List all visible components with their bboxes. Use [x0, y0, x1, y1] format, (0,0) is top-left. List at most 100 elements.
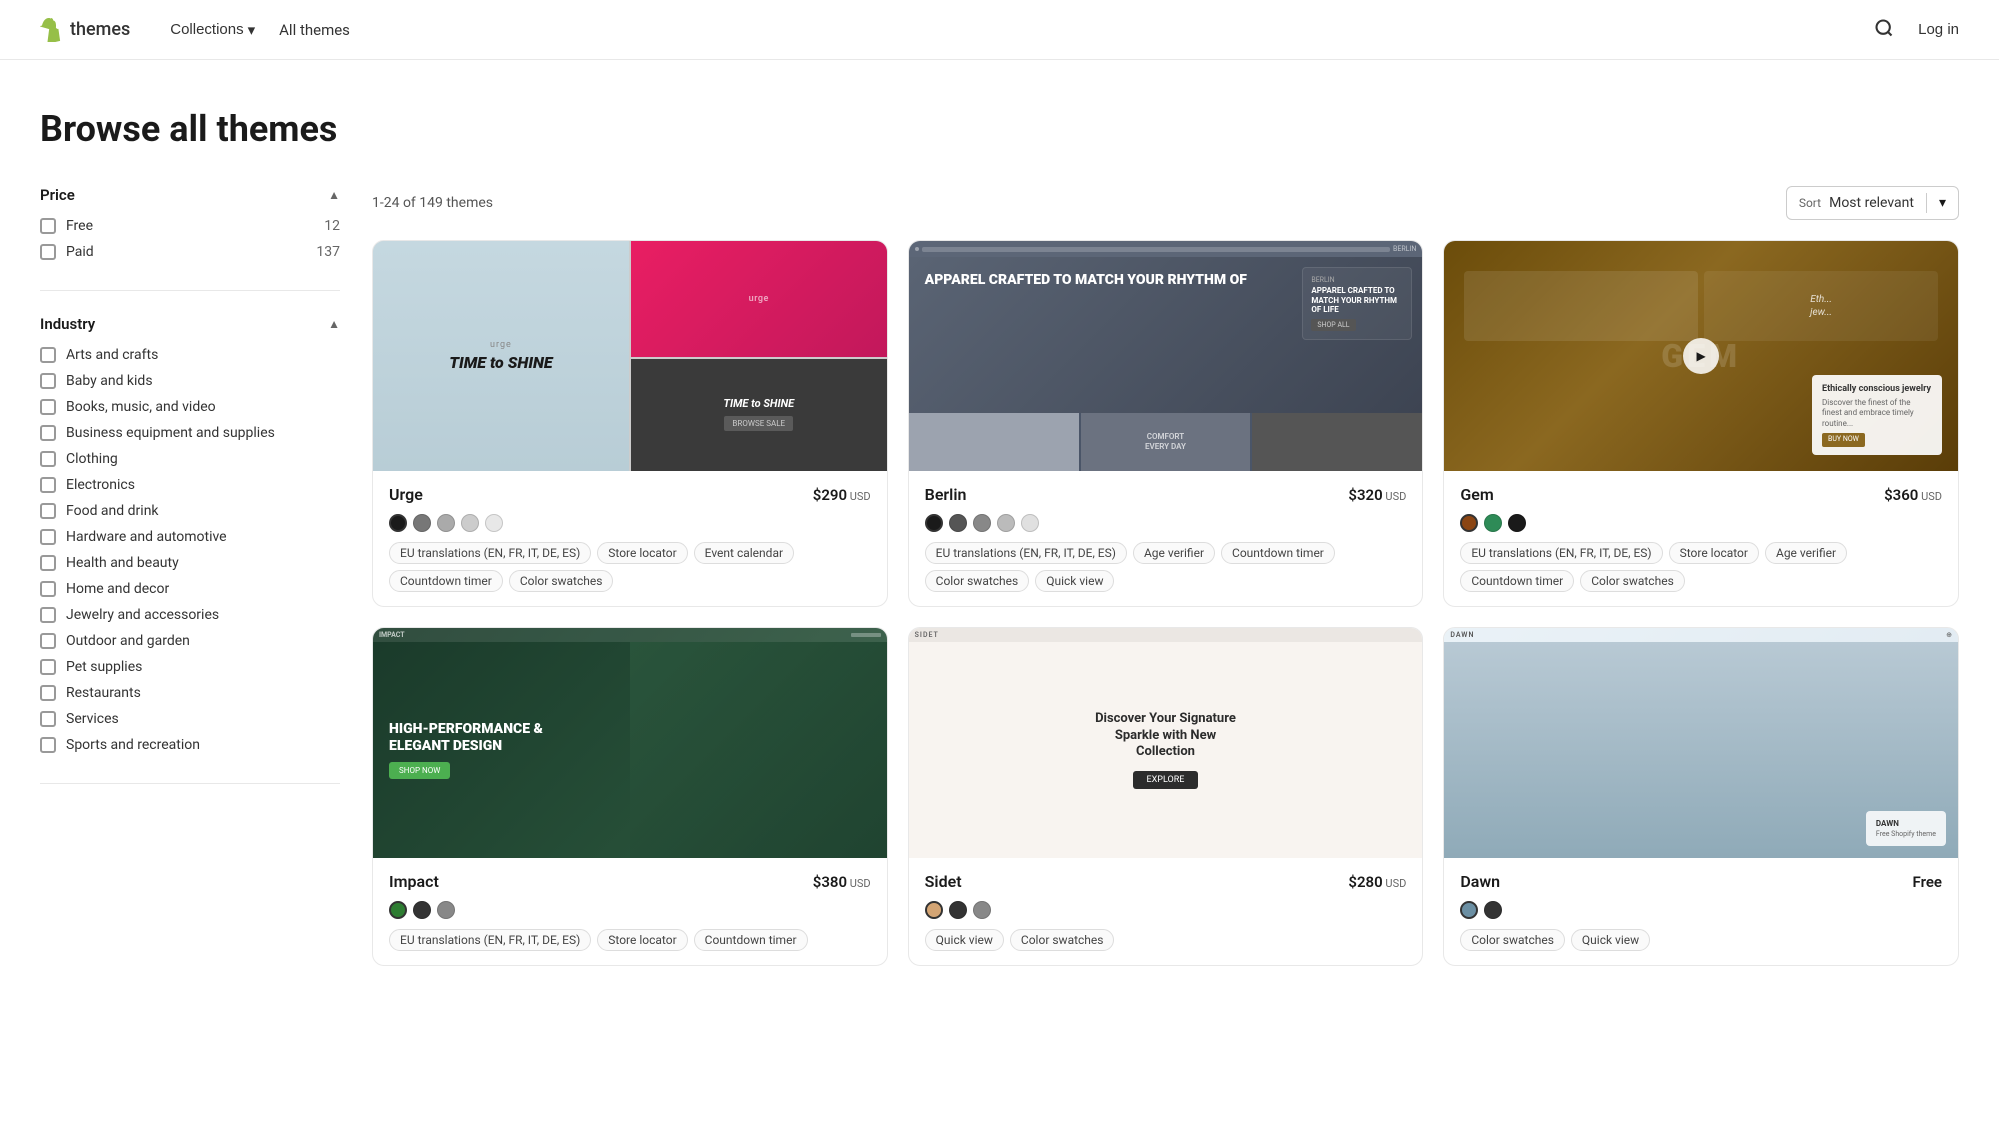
industry-checkbox-12[interactable] — [40, 659, 56, 675]
industry-checkbox-2[interactable] — [40, 399, 56, 415]
theme-price-sidet: $280 USD — [1348, 873, 1406, 891]
theme-tag: Age verifier — [1765, 542, 1847, 564]
industry-checkbox-5[interactable] — [40, 477, 56, 493]
color-swatch-berlin-0[interactable] — [925, 514, 943, 532]
color-swatch-berlin-3[interactable] — [997, 514, 1015, 532]
color-swatch-berlin-2[interactable] — [973, 514, 991, 532]
color-swatch-dawn-1[interactable] — [1484, 901, 1502, 919]
color-swatch-urge-4[interactable] — [485, 514, 503, 532]
collections-menu-button[interactable]: Collections ▾ — [170, 21, 255, 39]
color-swatch-impact-0[interactable] — [389, 901, 407, 919]
theme-preview-sidet: SIDET Discover Your SignatureSparkle wit… — [909, 628, 1423, 858]
price-label-0: Free — [66, 218, 93, 234]
shopify-logo-icon — [40, 18, 64, 42]
color-swatch-impact-1[interactable] — [413, 901, 431, 919]
color-swatch-sidet-1[interactable] — [949, 901, 967, 919]
theme-tag: Age verifier — [1133, 542, 1215, 564]
price-checkbox-0[interactable] — [40, 218, 56, 234]
theme-card-impact[interactable]: IMPACT High-Performance &Elegant Design … — [372, 627, 888, 966]
logo-link[interactable]: themes — [40, 18, 130, 42]
main-layout: Price ▲ Free 12 Paid 137 Industry ▲ — [0, 174, 1999, 1006]
theme-swatches-impact — [389, 901, 871, 919]
industry-filter-item: Health and beauty — [40, 555, 340, 571]
theme-tag: Event calendar — [694, 542, 794, 564]
color-swatch-urge-0[interactable] — [389, 514, 407, 532]
industry-filter-item-left: Electronics — [40, 477, 135, 493]
price-checkbox-1[interactable] — [40, 244, 56, 260]
industry-checkbox-6[interactable] — [40, 503, 56, 519]
theme-card-gem[interactable]: GEM Eth...jew... ▶ Ethically conscious j… — [1443, 240, 1959, 607]
industry-checkbox-10[interactable] — [40, 607, 56, 623]
color-swatch-gem-1[interactable] — [1484, 514, 1502, 532]
industry-filter-item: Arts and crafts — [40, 347, 340, 363]
industry-checkbox-13[interactable] — [40, 685, 56, 701]
industry-checkbox-4[interactable] — [40, 451, 56, 467]
color-swatch-sidet-2[interactable] — [973, 901, 991, 919]
theme-tags-urge: EU translations (EN, FR, IT, DE, ES)Stor… — [389, 542, 871, 592]
price-filter-section: Price ▲ Free 12 Paid 137 — [40, 186, 340, 291]
color-swatch-urge-1[interactable] — [413, 514, 431, 532]
color-swatch-berlin-1[interactable] — [949, 514, 967, 532]
industry-label-12: Pet supplies — [66, 659, 142, 675]
industry-label-3: Business equipment and supplies — [66, 425, 275, 441]
theme-swatches-sidet — [925, 901, 1407, 919]
industry-checkbox-9[interactable] — [40, 581, 56, 597]
industry-filter-item-left: Books, music, and video — [40, 399, 216, 415]
color-swatch-urge-2[interactable] — [437, 514, 455, 532]
search-icon — [1874, 18, 1894, 38]
theme-tag: EU translations (EN, FR, IT, DE, ES) — [1460, 542, 1662, 564]
theme-tag: Countdown timer — [389, 570, 503, 592]
theme-info-gem: Gem $360 USD EU translations (EN, FR, IT… — [1444, 471, 1958, 606]
color-swatch-berlin-4[interactable] — [1021, 514, 1039, 532]
theme-card-dawn[interactable]: DAWN ⊕ DAWN Free Shopify theme — [1443, 627, 1959, 966]
theme-tag: EU translations (EN, FR, IT, DE, ES) — [925, 542, 1127, 564]
theme-card-sidet[interactable]: SIDET Discover Your SignatureSparkle wit… — [908, 627, 1424, 966]
industry-checkbox-14[interactable] — [40, 711, 56, 727]
industry-filter-item: Books, music, and video — [40, 399, 340, 415]
industry-checkbox-0[interactable] — [40, 347, 56, 363]
theme-name-berlin: Berlin — [925, 485, 967, 504]
industry-checkbox-1[interactable] — [40, 373, 56, 389]
industry-filter-item: Food and drink — [40, 503, 340, 519]
color-swatch-impact-2[interactable] — [437, 901, 455, 919]
theme-preview-gem: GEM Eth...jew... ▶ Ethically conscious j… — [1444, 241, 1958, 471]
theme-preview-berlin: BERLIN APPAREL CRAFTED TO MATCH YOUR RHY… — [909, 241, 1423, 471]
industry-checkbox-8[interactable] — [40, 555, 56, 571]
industry-filter-item-left: Sports and recreation — [40, 737, 200, 753]
theme-card-urge[interactable]: urge TIME to SHINE urge TIME to SHINE BR… — [372, 240, 888, 607]
price-filter-header[interactable]: Price ▲ — [40, 186, 340, 204]
industry-checkbox-11[interactable] — [40, 633, 56, 649]
main-nav: Collections ▾ All themes — [170, 21, 1870, 39]
search-button[interactable] — [1870, 14, 1898, 45]
theme-card-berlin[interactable]: BERLIN APPAREL CRAFTED TO MATCH YOUR RHY… — [908, 240, 1424, 607]
sort-dropdown[interactable]: Sort Most relevant ▾ — [1786, 186, 1959, 220]
industry-label-7: Hardware and automotive — [66, 529, 227, 545]
price-filter-title: Price — [40, 186, 75, 204]
theme-tags-berlin: EU translations (EN, FR, IT, DE, ES) Age … — [925, 542, 1407, 592]
color-swatch-gem-0[interactable] — [1460, 514, 1478, 532]
theme-name-price-urge: Urge $290 USD — [389, 485, 871, 504]
color-swatch-dawn-0[interactable] — [1460, 901, 1478, 919]
gem-play-button[interactable]: ▶ — [1683, 338, 1719, 374]
chevron-down-icon: ▾ — [248, 21, 256, 39]
industry-checkbox-15[interactable] — [40, 737, 56, 753]
industry-label-10: Jewelry and accessories — [66, 607, 219, 623]
color-swatch-urge-3[interactable] — [461, 514, 479, 532]
industry-label-13: Restaurants — [66, 685, 141, 701]
theme-tag: Color swatches — [1010, 929, 1115, 951]
theme-tags-sidet: Quick viewColor swatches — [925, 929, 1407, 951]
login-button[interactable]: Log in — [1918, 21, 1959, 38]
theme-name-price-berlin: Berlin $320 USD — [925, 485, 1407, 504]
industry-filter-header[interactable]: Industry ▲ — [40, 315, 340, 333]
industry-filter-item-left: Business equipment and supplies — [40, 425, 275, 441]
price-filter-item: Free 12 — [40, 218, 340, 234]
industry-filter-items: Arts and crafts Baby and kids Books, mus… — [40, 347, 340, 753]
color-swatch-sidet-0[interactable] — [925, 901, 943, 919]
industry-filter-item: Business equipment and supplies — [40, 425, 340, 441]
color-swatch-gem-2[interactable] — [1508, 514, 1526, 532]
all-themes-link[interactable]: All themes — [279, 21, 350, 39]
industry-checkbox-3[interactable] — [40, 425, 56, 441]
industry-label-11: Outdoor and garden — [66, 633, 190, 649]
theme-tag: Color swatches — [509, 570, 614, 592]
industry-checkbox-7[interactable] — [40, 529, 56, 545]
